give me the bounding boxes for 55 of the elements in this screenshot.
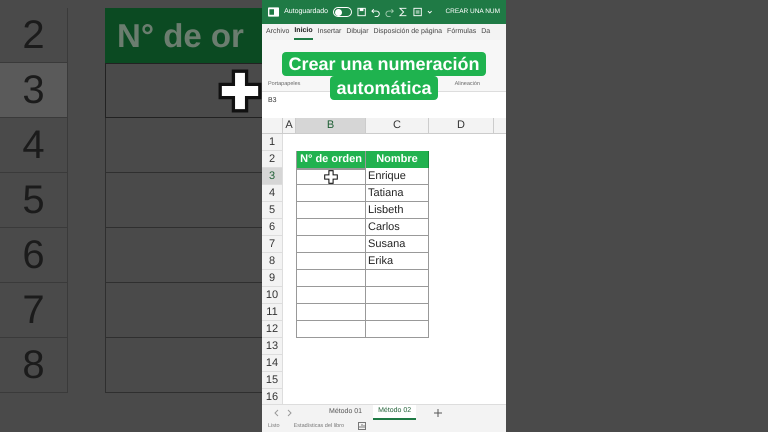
caption-text: Crear una numeración — [282, 52, 486, 76]
row-number[interactable]: 6 — [262, 219, 283, 236]
table-cell: Carlos — [366, 219, 429, 236]
table-cell — [366, 287, 429, 304]
table-cell — [296, 202, 366, 219]
header-cell: N° de orden — [296, 151, 366, 168]
table-cell — [296, 287, 366, 304]
table-cell — [366, 304, 429, 321]
row-number[interactable]: 14 — [262, 355, 283, 372]
table-cell: Enrique — [366, 168, 429, 185]
undo-icon[interactable] — [371, 7, 380, 17]
row-number[interactable]: 4 — [262, 185, 283, 202]
column-header[interactable]: D — [429, 118, 494, 133]
header-cell: Nombre — [366, 151, 429, 168]
table-cell — [296, 304, 366, 321]
row-number[interactable]: 11 — [262, 304, 283, 321]
header-cell: N° de or — [105, 8, 262, 63]
row-number: 3 — [0, 63, 68, 118]
table-cell — [296, 253, 366, 270]
caption-text: automática — [330, 76, 438, 100]
row-number[interactable]: 15 — [262, 372, 283, 389]
table-cell — [366, 321, 429, 338]
redo-icon[interactable] — [385, 7, 394, 17]
row-number[interactable]: 9 — [262, 270, 283, 287]
row-number[interactable]: 2 — [262, 151, 283, 168]
plus-cursor-icon — [324, 170, 338, 184]
save-icon[interactable] — [356, 7, 366, 17]
table-cell — [366, 270, 429, 287]
table-cell: Susana — [366, 236, 429, 253]
row-number[interactable]: 5 — [262, 202, 283, 219]
chevron-right-icon[interactable] — [286, 408, 292, 416]
autosave-toggle[interactable] — [333, 7, 352, 17]
row-number[interactable]: 10 — [262, 287, 283, 304]
chevron-left-icon[interactable] — [274, 408, 280, 416]
table-cell — [296, 321, 366, 338]
stats-icon[interactable] — [358, 422, 366, 430]
sum-icon[interactable] — [399, 7, 408, 17]
row-number[interactable]: 1 — [262, 134, 283, 151]
row-number[interactable]: 12 — [262, 321, 283, 338]
dropdown-icon[interactable] — [426, 9, 432, 15]
column-header[interactable]: C — [366, 118, 429, 133]
table-cell — [296, 219, 366, 236]
row-number[interactable]: 3 — [262, 168, 283, 185]
row-number[interactable]: 13 — [262, 338, 283, 355]
form-icon[interactable] — [412, 7, 422, 17]
table-cell: Tatiana — [366, 185, 429, 202]
table-cell — [296, 270, 366, 287]
table-cell: Lisbeth — [366, 202, 429, 219]
table-cell: Erika — [366, 253, 429, 270]
row-number[interactable]: 8 — [262, 253, 283, 270]
excel-logo-icon — [268, 6, 280, 18]
add-sheet-icon[interactable] — [434, 408, 442, 416]
row-number[interactable]: 7 — [262, 236, 283, 253]
column-header[interactable]: B — [296, 118, 366, 133]
table-cell — [296, 236, 366, 253]
